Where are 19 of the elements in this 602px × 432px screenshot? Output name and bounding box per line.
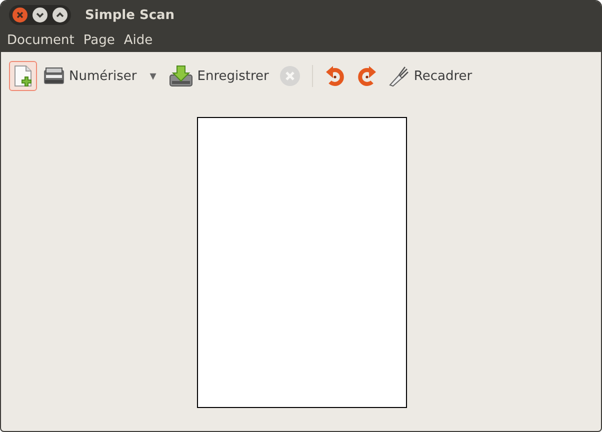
scanner-icon (43, 66, 65, 86)
close-icon[interactable] (12, 7, 28, 23)
drive-download-icon (169, 65, 194, 87)
menu-item[interactable]: Page (83, 33, 115, 48)
knife-icon (388, 65, 410, 87)
maximize-icon[interactable] (52, 7, 68, 23)
rotate-left-icon (324, 64, 346, 88)
menu-item[interactable]: Aide (124, 33, 153, 48)
minimize-icon[interactable] (32, 7, 48, 23)
window-title: Simple Scan (85, 8, 175, 22)
stop-icon (278, 65, 301, 87)
page-add-icon (13, 65, 33, 87)
save-button[interactable]: Enregistrer (165, 61, 273, 91)
new-page-button[interactable] (9, 61, 37, 91)
menu-item[interactable]: Document (7, 33, 74, 48)
rotate-right-icon (356, 64, 378, 88)
scan-button[interactable]: Numériser (39, 61, 141, 91)
crop-button[interactable]: Recadrer (384, 61, 476, 91)
dropdown-button[interactable]: ▾ (142, 61, 164, 91)
